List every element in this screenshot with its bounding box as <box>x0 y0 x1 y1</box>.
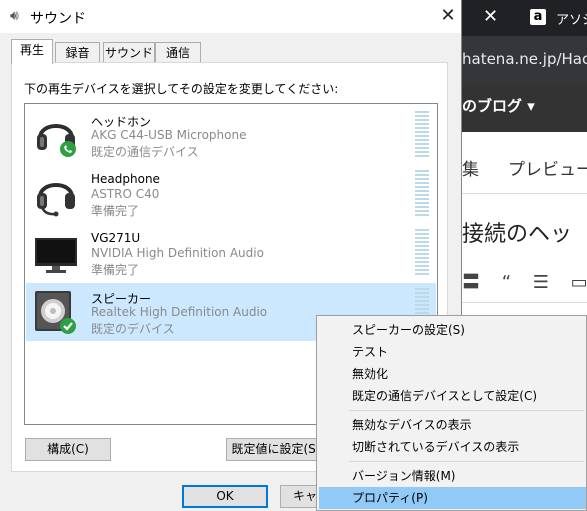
ok-button[interactable]: OK <box>182 485 268 508</box>
volume-meter <box>415 111 429 159</box>
instruction-text: 下の再生デバイスを選択してその設定を変更してください: <box>24 82 339 96</box>
device-hardware: Realtek High Definition Audio <box>91 305 268 319</box>
dialog-title: サウンド <box>30 11 86 27</box>
blog-menu[interactable]: のブログ ▾ <box>462 95 535 116</box>
browser-url-text[interactable]: hatena.ne.jp/Hac <box>462 50 587 68</box>
monitor-icon <box>33 230 79 276</box>
amazon-favicon-icon: a <box>530 9 546 25</box>
device-status: 既定のデバイス <box>91 322 175 336</box>
browser-tab-title[interactable]: アソシエ <box>556 9 587 28</box>
menu-item-about[interactable]: バージョン情報(M) <box>319 465 586 487</box>
speaker-check-icon <box>33 289 79 335</box>
headphones-phone-icon <box>33 112 79 158</box>
device-name: Headphone <box>91 172 160 186</box>
dialog-titlebar[interactable]: 🔊︎ サウンド ✕ <box>0 0 461 33</box>
list-item[interactable]: ヘッドホン AKG C44-USB Microphone 既定の通信デバイス <box>26 106 436 164</box>
editor-divider <box>462 193 587 194</box>
menu-item-show-disconnected[interactable]: 切断されているデバイスの表示 <box>319 436 586 458</box>
browser-tab-close-icon[interactable]: ✕ <box>483 6 498 27</box>
editor-tab-edit[interactable]: 集 <box>462 155 479 180</box>
device-hardware: AKG C44-USB Microphone <box>91 128 247 142</box>
device-status: 既定の通信デバイス <box>91 145 199 159</box>
headset-icon <box>33 171 79 217</box>
device-status: 準備完了 <box>91 204 140 218</box>
article-title[interactable]: 接続のヘッ <box>462 216 572 248</box>
menu-item-set-default-comm[interactable]: 既定の通信デバイスとして設定(C) <box>319 385 586 407</box>
tab-communications[interactable]: 通信 <box>155 42 201 63</box>
volume-meter <box>415 229 429 277</box>
menu-item-label: 切断されているデバイスの表示 <box>352 440 520 454</box>
menu-item-label: テスト <box>352 345 389 359</box>
menu-separator <box>349 461 584 462</box>
menu-item-test[interactable]: テスト <box>319 341 586 363</box>
editor-tab-preview[interactable]: プレビュー <box>508 155 587 180</box>
context-menu: スピーカーの設定(S) テスト 無効化 既定の通信デバイスとして設定(C) 無効… <box>316 315 587 511</box>
close-icon[interactable]: ✕ <box>436 4 460 28</box>
menu-item-label: バージョン情報(M) <box>352 469 456 483</box>
editor-toolbar-divider <box>462 302 587 303</box>
menu-item-properties[interactable]: プロパティ(P) <box>319 487 586 509</box>
speaker-icon: 🔊︎ <box>10 8 19 24</box>
menu-item-label: 無効なデバイスの表示 <box>352 418 472 432</box>
tab-sounds[interactable]: サウンド <box>103 42 155 63</box>
device-hardware: NVIDIA High Definition Audio <box>91 246 264 260</box>
list-item[interactable]: Headphone ASTRO C40 準備完了 <box>26 165 436 223</box>
menu-item-disable[interactable]: 無効化 <box>319 363 586 385</box>
device-status: 準備完了 <box>91 263 140 277</box>
editor-toolbar[interactable]: 〓 “ ☰ ▭ <box>462 268 587 294</box>
tab-recording[interactable]: 録音 <box>55 42 100 63</box>
device-name: VG271U <box>91 231 141 245</box>
menu-item-label: 既定の通信デバイスとして設定(C) <box>352 389 538 403</box>
tab-playback[interactable]: 再生 <box>11 39 53 64</box>
list-item[interactable]: VG271U NVIDIA High Definition Audio 準備完了 <box>26 224 436 282</box>
menu-item-label: 無効化 <box>352 367 389 381</box>
volume-meter <box>415 170 429 218</box>
set-default-button[interactable]: 既定値に設定(S) <box>226 438 326 461</box>
menu-item-label: スピーカーの設定(S) <box>352 323 465 337</box>
menu-separator <box>349 410 584 411</box>
device-hardware: ASTRO C40 <box>91 187 160 201</box>
menu-item-speaker-settings[interactable]: スピーカーの設定(S) <box>319 319 586 341</box>
configure-button[interactable]: 構成(C) <box>25 438 111 461</box>
menu-item-show-disabled[interactable]: 無効なデバイスの表示 <box>319 414 586 436</box>
menu-item-label: プロパティ(P) <box>352 491 428 505</box>
